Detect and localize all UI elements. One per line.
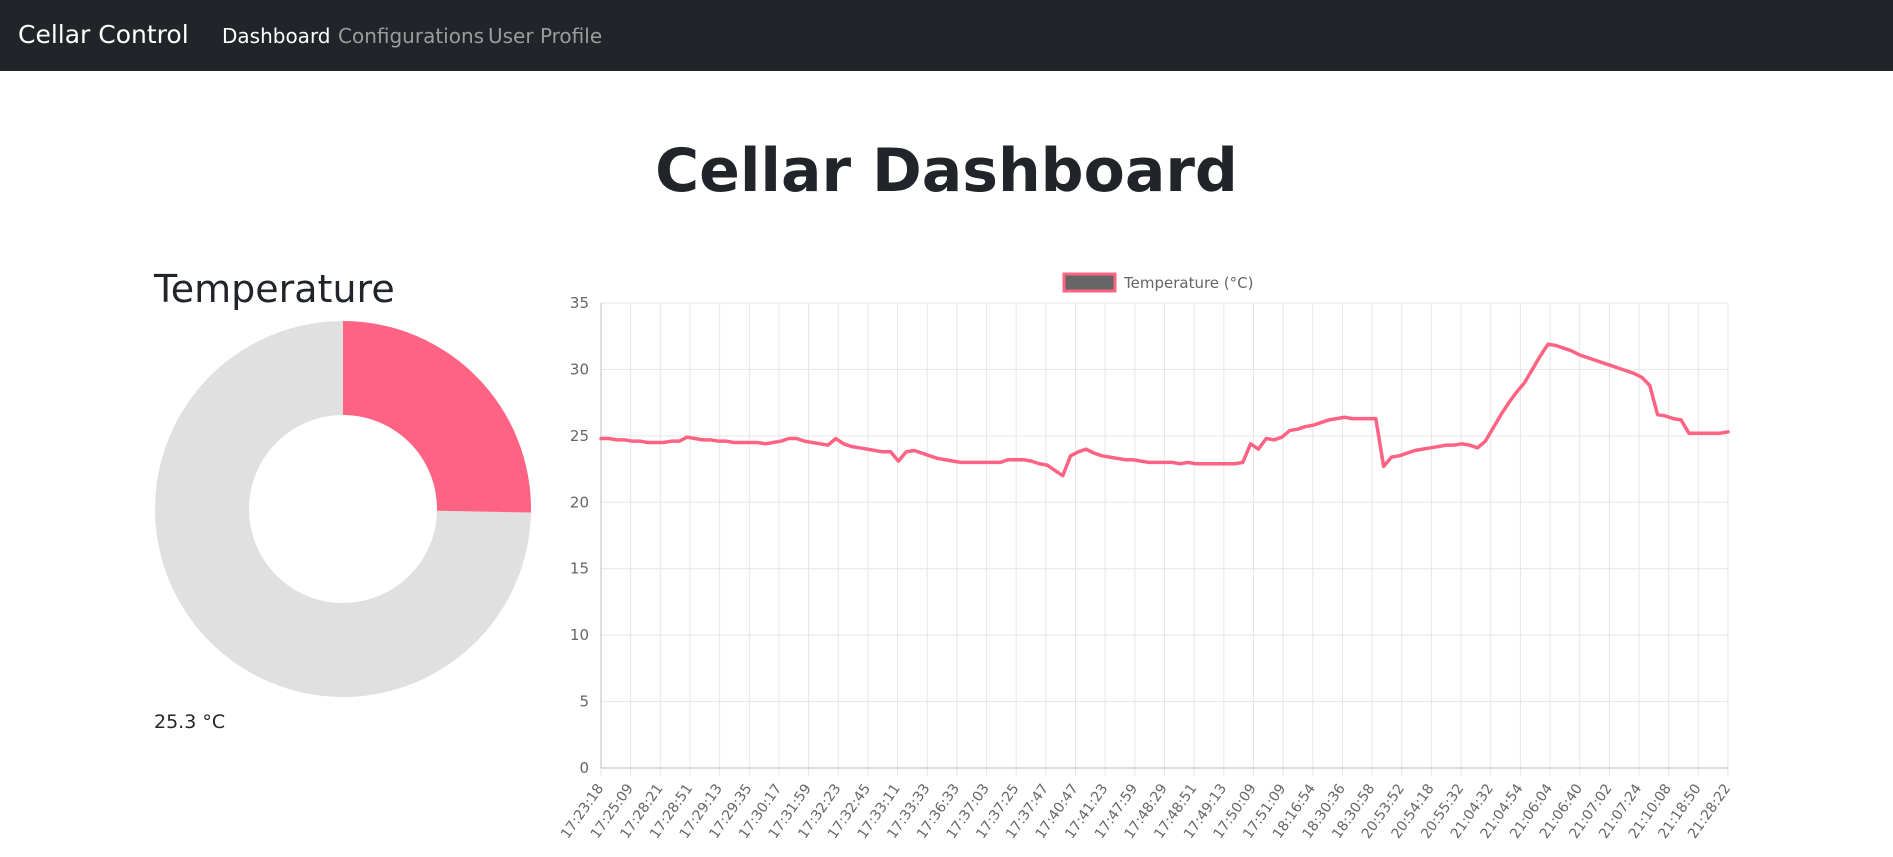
chart-legend[interactable]: Temperature (°C) xyxy=(1062,272,1253,293)
y-tick-label: 0 xyxy=(579,759,589,777)
nav-link-configurations[interactable]: Configurations xyxy=(338,24,484,48)
y-tick-label: 10 xyxy=(570,626,589,644)
temperature-section-title: Temperature xyxy=(154,267,395,311)
nav-link-user-profile[interactable]: User Profile xyxy=(488,24,602,48)
y-tick-label: 15 xyxy=(570,560,589,578)
y-tick-label: 25 xyxy=(570,427,589,445)
y-tick-label: 35 xyxy=(570,294,589,312)
temperature-line-chart: Temperature (°C) 0 5 10 15 20 25 30 35 17:23:18… xyxy=(558,272,1734,842)
gauge-value-arc xyxy=(343,321,531,513)
chart-grid xyxy=(600,302,1729,776)
temperature-gauge xyxy=(154,321,531,697)
nav-link-dashboard[interactable]: Dashboard xyxy=(222,24,331,48)
x-axis-ticks: 17:23:1817:25:0917:28:2117:28:5117:29:13… xyxy=(558,781,1734,842)
temperature-value-label: 25.3 °C xyxy=(154,711,226,733)
navbar: Cellar Control Dashboard Configurations … xyxy=(0,0,1893,71)
y-tick-label: 20 xyxy=(570,493,589,511)
legend-label: Temperature (°C) xyxy=(1123,274,1253,292)
legend-color-box xyxy=(1062,272,1117,293)
page-title: Cellar Dashboard xyxy=(655,136,1238,206)
navbar-brand[interactable]: Cellar Control xyxy=(18,20,189,49)
y-tick-label: 30 xyxy=(570,360,589,378)
y-tick-label: 5 xyxy=(579,693,589,711)
y-axis-ticks: 0 5 10 15 20 25 30 35 xyxy=(570,294,589,777)
